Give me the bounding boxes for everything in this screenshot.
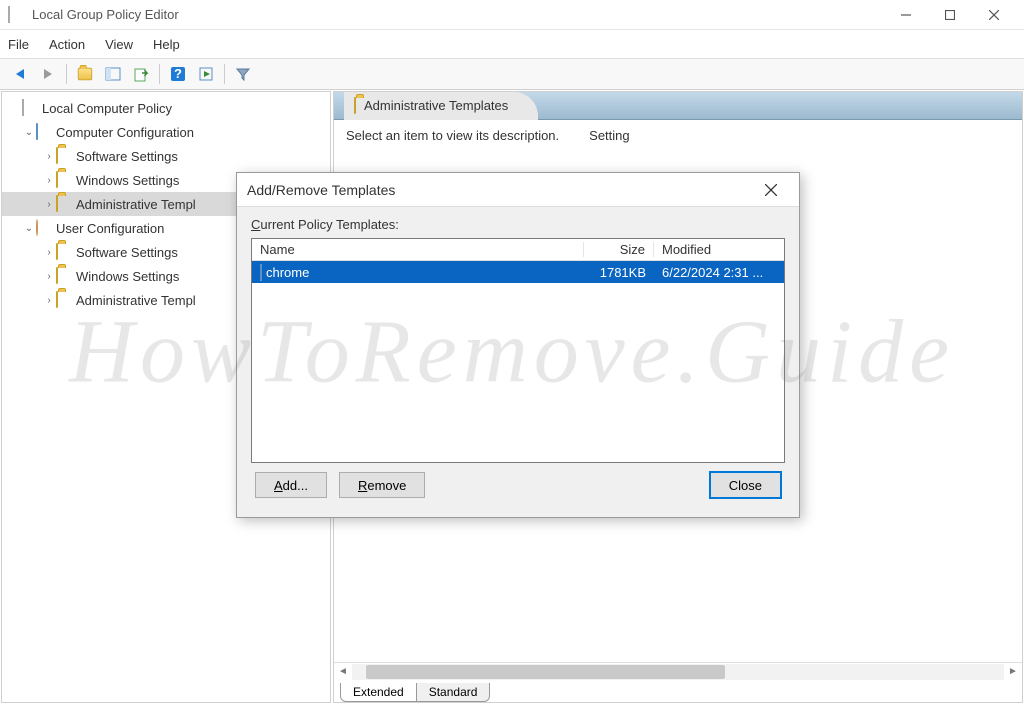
toolbar-separator: [159, 64, 160, 84]
folder-icon: [354, 98, 356, 113]
folder-icon: [56, 172, 72, 188]
remove-button[interactable]: Remove: [339, 472, 425, 498]
close-dialog-button[interactable]: Close: [710, 472, 781, 498]
scroll-thumb[interactable]: [366, 665, 725, 679]
add-button[interactable]: Add...: [255, 472, 327, 498]
column-setting: Setting: [589, 128, 629, 143]
tree-label: Software Settings: [76, 149, 178, 164]
show-hide-tree-button[interactable]: [101, 62, 125, 86]
user-icon: [36, 220, 52, 236]
tree-label: Windows Settings: [76, 269, 179, 284]
scroll-track[interactable]: [352, 664, 1004, 680]
tree-label: Windows Settings: [76, 173, 179, 188]
app-icon: [8, 7, 24, 23]
bottom-tabs: Extended Standard: [334, 680, 1022, 702]
help-button[interactable]: ?: [166, 62, 190, 86]
tree-label: Local Computer Policy: [42, 101, 172, 116]
menu-view[interactable]: View: [105, 37, 133, 52]
policy-icon: [22, 100, 38, 116]
tab-standard[interactable]: Standard: [417, 683, 491, 702]
add-remove-templates-dialog: Add/Remove Templates Current Policy Temp…: [236, 172, 800, 518]
expander-icon[interactable]: ⌄: [22, 223, 36, 234]
tree-comp-software[interactable]: › Software Settings: [2, 144, 330, 168]
filter-button[interactable]: [231, 62, 255, 86]
col-modified[interactable]: Modified: [654, 242, 784, 257]
menu-file[interactable]: File: [8, 37, 29, 52]
forward-button[interactable]: [36, 62, 60, 86]
folder-icon: [56, 292, 72, 308]
col-name[interactable]: Name: [252, 242, 584, 257]
tab-extended[interactable]: Extended: [340, 683, 417, 702]
content-subheader: Select an item to view its description. …: [334, 120, 1022, 150]
computer-icon: [36, 124, 52, 140]
dialog-buttons: Add... Remove Close: [251, 463, 785, 507]
folder-icon: [56, 196, 72, 212]
expander-icon[interactable]: ›: [42, 151, 56, 162]
svg-text:?: ?: [174, 66, 182, 81]
tree-label: Administrative Templ: [76, 293, 196, 308]
dialog-title: Add/Remove Templates: [247, 182, 753, 198]
document-icon: [260, 265, 262, 280]
dialog-close-button[interactable]: [753, 175, 789, 205]
toolbar-separator: [224, 64, 225, 84]
tree-label: User Configuration: [56, 221, 164, 236]
tree-root[interactable]: Local Computer Policy: [2, 96, 330, 120]
tree-label: Software Settings: [76, 245, 178, 260]
list-header: Name Size Modified: [252, 239, 784, 261]
dialog-titlebar: Add/Remove Templates: [237, 173, 799, 207]
menu-action[interactable]: Action: [49, 37, 85, 52]
folder-icon: [56, 244, 72, 260]
expander-icon[interactable]: ›: [42, 175, 56, 186]
up-button[interactable]: [73, 62, 97, 86]
folder-icon: [56, 148, 72, 164]
tree-computer-config[interactable]: ⌄ Computer Configuration: [2, 120, 330, 144]
tree-label: Administrative Templ: [76, 197, 196, 212]
expander-icon[interactable]: ›: [42, 271, 56, 282]
scroll-left-icon[interactable]: ◄: [334, 664, 352, 680]
menu-help[interactable]: Help: [153, 37, 180, 52]
export-button[interactable]: [129, 62, 153, 86]
scroll-right-icon[interactable]: ►: [1004, 664, 1022, 680]
maximize-button[interactable]: [928, 0, 972, 30]
expander-icon[interactable]: ⌄: [22, 127, 36, 138]
properties-button[interactable]: [194, 62, 218, 86]
content-header: Administrative Templates: [334, 92, 1022, 120]
window-title: Local Group Policy Editor: [32, 7, 884, 22]
close-button[interactable]: [972, 0, 1016, 30]
menu-bar: File Action View Help: [0, 30, 1024, 58]
cell-name: chrome: [252, 265, 584, 280]
close-icon: [765, 184, 777, 196]
expander-icon[interactable]: ›: [42, 247, 56, 258]
title-bar: Local Group Policy Editor: [0, 0, 1024, 30]
content-title: Administrative Templates: [364, 98, 508, 113]
tree-label: Computer Configuration: [56, 125, 194, 140]
cell-size: 1781KB: [584, 265, 654, 280]
expander-icon[interactable]: ›: [42, 295, 56, 306]
description-hint: Select an item to view its description.: [346, 128, 559, 143]
toolbar-separator: [66, 64, 67, 84]
horizontal-scrollbar[interactable]: ◄ ►: [334, 662, 1022, 680]
minimize-button[interactable]: [884, 0, 928, 30]
list-item[interactable]: chrome 1781KB 6/22/2024 2:31 ...: [252, 261, 784, 283]
back-button[interactable]: [8, 62, 32, 86]
cell-modified: 6/22/2024 2:31 ...: [654, 265, 784, 280]
folder-icon: [56, 268, 72, 284]
content-header-tab: Administrative Templates: [344, 92, 538, 120]
template-name: chrome: [266, 265, 309, 280]
templates-listbox[interactable]: Name Size Modified chrome 1781KB 6/22/20…: [251, 238, 785, 463]
expander-icon[interactable]: ›: [42, 199, 56, 210]
current-templates-label: Current Policy Templates:: [251, 217, 785, 232]
col-size[interactable]: Size: [584, 242, 654, 257]
dialog-body: Current Policy Templates: Name Size Modi…: [237, 207, 799, 517]
toolbar: ?: [0, 58, 1024, 90]
